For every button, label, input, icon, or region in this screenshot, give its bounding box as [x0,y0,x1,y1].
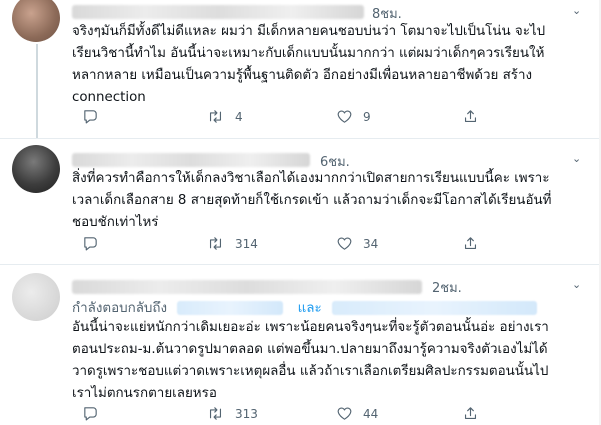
like-button[interactable]: 44 [336,405,378,422]
retweet-button[interactable]: 313 [206,405,258,422]
mention-link-redacted[interactable] [331,301,537,315]
avatar[interactable] [12,273,60,321]
tweet-text: สิ่งที่ควรทำคือการให้เด็กลงวิชาเลือกได้เ… [72,171,552,230]
author-name-redacted [72,153,310,167]
tweet-text: จริงๆมันก็มีทั้งดีไม่ดีแหละ ผมว่า มีเด็ก… [72,24,546,105]
tweet-timestamp[interactable]: 2ชม. [432,277,462,298]
replying-to: กำลังตอบกลับถึง และ [72,297,582,318]
like-count: 44 [363,406,379,421]
reply-icon [82,235,99,252]
reply-button[interactable] [82,235,99,252]
heart-icon [336,108,353,125]
tweet-text: อันนี้น่าจะแย่หนักกว่าเดิมเยอะอ่ะ เพราะน… [72,320,549,401]
mention-link-redacted[interactable] [177,301,284,315]
heart-icon [336,235,353,252]
share-icon [462,405,479,422]
tweet-1[interactable]: 8ชม. ⌄ จริงๆมันก็มีทั้งดีไม่ดีแหละ ผมว่า… [0,0,601,139]
retweet-count: 313 [235,406,258,421]
share-button[interactable] [462,405,479,422]
chevron-down-icon[interactable]: ⌄ [572,4,581,17]
share-icon [462,235,479,252]
retweet-count: 4 [235,109,243,124]
reply-icon [82,405,99,422]
tweet-actions: 4 9 [0,108,601,128]
retweet-icon [206,108,225,125]
author-name-redacted [72,5,364,19]
author-name-redacted [72,280,422,294]
replying-to-and: และ [297,301,322,316]
reply-button[interactable] [82,108,99,125]
chevron-down-icon[interactable]: ⌄ [572,278,581,291]
tweet-3[interactable]: 2ชม. ⌄ กำลังตอบกลับถึง และ อันนี้น่าจะแย… [0,265,601,425]
like-button[interactable]: 34 [336,235,378,252]
like-button[interactable]: 9 [336,108,371,125]
share-icon [462,108,479,125]
tweet-actions: 313 44 [0,405,601,425]
like-count: 9 [363,109,371,124]
tweet-2[interactable]: 6ชม. ⌄ สิ่งที่ควรทำคือการให้เด็กลงวิชาเล… [0,139,601,263]
share-button[interactable] [462,235,479,252]
share-button[interactable] [462,108,479,125]
retweet-button[interactable]: 4 [206,108,243,125]
retweet-icon [206,405,225,422]
avatar[interactable] [12,0,60,42]
chevron-down-icon[interactable]: ⌄ [572,152,581,165]
reply-icon [82,108,99,125]
tweet-actions: 314 34 [0,235,601,255]
retweet-icon [206,235,225,252]
retweet-button[interactable]: 314 [206,235,258,252]
reply-button[interactable] [82,405,99,422]
heart-icon [336,405,353,422]
like-count: 34 [363,236,379,251]
retweet-count: 314 [235,236,258,251]
avatar[interactable] [12,145,60,193]
replying-to-label: กำลังตอบกลับถึง [72,301,168,316]
